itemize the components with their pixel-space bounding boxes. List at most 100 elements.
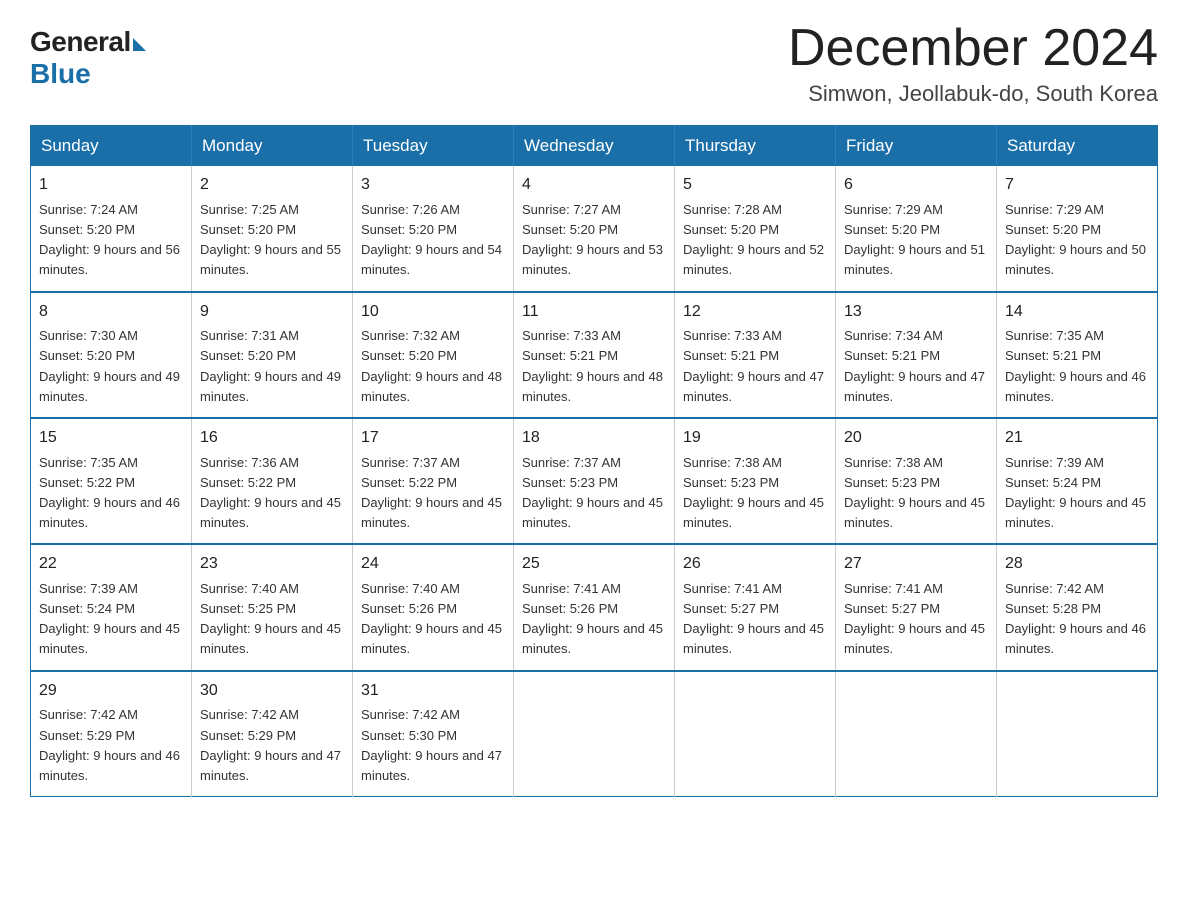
calendar-cell: 29Sunrise: 7:42 AMSunset: 5:29 PMDayligh… (31, 671, 192, 797)
calendar-cell: 4Sunrise: 7:27 AMSunset: 5:20 PMDaylight… (514, 166, 675, 291)
day-number: 24 (361, 552, 505, 577)
logo-arrow-icon (133, 38, 146, 51)
calendar-cell: 5Sunrise: 7:28 AMSunset: 5:20 PMDaylight… (675, 166, 836, 291)
day-number: 9 (200, 300, 344, 325)
page-title: December 2024 (788, 20, 1158, 77)
day-info: Sunrise: 7:42 AMSunset: 5:29 PMDaylight:… (200, 705, 344, 786)
calendar-cell: 3Sunrise: 7:26 AMSunset: 5:20 PMDaylight… (353, 166, 514, 291)
weekday-header-saturday: Saturday (997, 126, 1158, 167)
day-number: 10 (361, 300, 505, 325)
day-info: Sunrise: 7:24 AMSunset: 5:20 PMDaylight:… (39, 200, 183, 281)
day-number: 17 (361, 426, 505, 451)
day-info: Sunrise: 7:39 AMSunset: 5:24 PMDaylight:… (1005, 453, 1149, 534)
calendar-cell: 30Sunrise: 7:42 AMSunset: 5:29 PMDayligh… (192, 671, 353, 797)
day-number: 30 (200, 679, 344, 704)
weekday-header-friday: Friday (836, 126, 997, 167)
calendar-cell: 17Sunrise: 7:37 AMSunset: 5:22 PMDayligh… (353, 418, 514, 544)
weekday-header-thursday: Thursday (675, 126, 836, 167)
calendar-cell: 16Sunrise: 7:36 AMSunset: 5:22 PMDayligh… (192, 418, 353, 544)
day-number: 15 (39, 426, 183, 451)
weekday-header-sunday: Sunday (31, 126, 192, 167)
day-number: 16 (200, 426, 344, 451)
calendar-week-row: 15Sunrise: 7:35 AMSunset: 5:22 PMDayligh… (31, 418, 1158, 544)
weekday-header-wednesday: Wednesday (514, 126, 675, 167)
calendar-cell: 18Sunrise: 7:37 AMSunset: 5:23 PMDayligh… (514, 418, 675, 544)
calendar-cell: 14Sunrise: 7:35 AMSunset: 5:21 PMDayligh… (997, 292, 1158, 418)
calendar-cell: 25Sunrise: 7:41 AMSunset: 5:26 PMDayligh… (514, 544, 675, 670)
day-info: Sunrise: 7:42 AMSunset: 5:30 PMDaylight:… (361, 705, 505, 786)
day-number: 12 (683, 300, 827, 325)
day-number: 19 (683, 426, 827, 451)
page-subtitle: Simwon, Jeollabuk-do, South Korea (788, 81, 1158, 107)
day-number: 1 (39, 173, 183, 198)
logo-general-text: General (30, 26, 131, 58)
day-info: Sunrise: 7:35 AMSunset: 5:22 PMDaylight:… (39, 453, 183, 534)
day-number: 18 (522, 426, 666, 451)
day-info: Sunrise: 7:37 AMSunset: 5:23 PMDaylight:… (522, 453, 666, 534)
day-number: 5 (683, 173, 827, 198)
day-number: 2 (200, 173, 344, 198)
day-info: Sunrise: 7:32 AMSunset: 5:20 PMDaylight:… (361, 326, 505, 407)
logo: General Blue (30, 26, 146, 90)
day-number: 13 (844, 300, 988, 325)
day-number: 31 (361, 679, 505, 704)
calendar-cell: 20Sunrise: 7:38 AMSunset: 5:23 PMDayligh… (836, 418, 997, 544)
day-info: Sunrise: 7:27 AMSunset: 5:20 PMDaylight:… (522, 200, 666, 281)
calendar-cell: 9Sunrise: 7:31 AMSunset: 5:20 PMDaylight… (192, 292, 353, 418)
day-info: Sunrise: 7:33 AMSunset: 5:21 PMDaylight:… (522, 326, 666, 407)
calendar-cell: 19Sunrise: 7:38 AMSunset: 5:23 PMDayligh… (675, 418, 836, 544)
calendar-cell: 23Sunrise: 7:40 AMSunset: 5:25 PMDayligh… (192, 544, 353, 670)
day-info: Sunrise: 7:28 AMSunset: 5:20 PMDaylight:… (683, 200, 827, 281)
calendar-cell (675, 671, 836, 797)
day-info: Sunrise: 7:42 AMSunset: 5:29 PMDaylight:… (39, 705, 183, 786)
calendar-cell: 28Sunrise: 7:42 AMSunset: 5:28 PMDayligh… (997, 544, 1158, 670)
calendar-cell: 13Sunrise: 7:34 AMSunset: 5:21 PMDayligh… (836, 292, 997, 418)
calendar-cell: 24Sunrise: 7:40 AMSunset: 5:26 PMDayligh… (353, 544, 514, 670)
day-info: Sunrise: 7:42 AMSunset: 5:28 PMDaylight:… (1005, 579, 1149, 660)
day-info: Sunrise: 7:38 AMSunset: 5:23 PMDaylight:… (683, 453, 827, 534)
day-number: 11 (522, 300, 666, 325)
day-info: Sunrise: 7:38 AMSunset: 5:23 PMDaylight:… (844, 453, 988, 534)
day-number: 3 (361, 173, 505, 198)
day-info: Sunrise: 7:37 AMSunset: 5:22 PMDaylight:… (361, 453, 505, 534)
day-info: Sunrise: 7:33 AMSunset: 5:21 PMDaylight:… (683, 326, 827, 407)
day-info: Sunrise: 7:41 AMSunset: 5:27 PMDaylight:… (844, 579, 988, 660)
calendar-cell (514, 671, 675, 797)
logo-blue-text: Blue (30, 58, 91, 90)
day-number: 4 (522, 173, 666, 198)
day-number: 22 (39, 552, 183, 577)
day-number: 23 (200, 552, 344, 577)
day-info: Sunrise: 7:36 AMSunset: 5:22 PMDaylight:… (200, 453, 344, 534)
calendar-week-row: 8Sunrise: 7:30 AMSunset: 5:20 PMDaylight… (31, 292, 1158, 418)
day-info: Sunrise: 7:39 AMSunset: 5:24 PMDaylight:… (39, 579, 183, 660)
calendar-cell: 1Sunrise: 7:24 AMSunset: 5:20 PMDaylight… (31, 166, 192, 291)
calendar-cell: 21Sunrise: 7:39 AMSunset: 5:24 PMDayligh… (997, 418, 1158, 544)
day-number: 25 (522, 552, 666, 577)
calendar-cell: 12Sunrise: 7:33 AMSunset: 5:21 PMDayligh… (675, 292, 836, 418)
day-info: Sunrise: 7:41 AMSunset: 5:26 PMDaylight:… (522, 579, 666, 660)
calendar-week-row: 22Sunrise: 7:39 AMSunset: 5:24 PMDayligh… (31, 544, 1158, 670)
calendar-table: SundayMondayTuesdayWednesdayThursdayFrid… (30, 125, 1158, 797)
day-number: 28 (1005, 552, 1149, 577)
calendar-cell: 31Sunrise: 7:42 AMSunset: 5:30 PMDayligh… (353, 671, 514, 797)
calendar-cell: 7Sunrise: 7:29 AMSunset: 5:20 PMDaylight… (997, 166, 1158, 291)
day-info: Sunrise: 7:40 AMSunset: 5:25 PMDaylight:… (200, 579, 344, 660)
day-info: Sunrise: 7:41 AMSunset: 5:27 PMDaylight:… (683, 579, 827, 660)
day-number: 29 (39, 679, 183, 704)
calendar-cell: 11Sunrise: 7:33 AMSunset: 5:21 PMDayligh… (514, 292, 675, 418)
calendar-cell: 15Sunrise: 7:35 AMSunset: 5:22 PMDayligh… (31, 418, 192, 544)
day-number: 27 (844, 552, 988, 577)
calendar-cell: 6Sunrise: 7:29 AMSunset: 5:20 PMDaylight… (836, 166, 997, 291)
day-number: 26 (683, 552, 827, 577)
day-number: 21 (1005, 426, 1149, 451)
weekday-header-tuesday: Tuesday (353, 126, 514, 167)
calendar-cell: 27Sunrise: 7:41 AMSunset: 5:27 PMDayligh… (836, 544, 997, 670)
day-info: Sunrise: 7:29 AMSunset: 5:20 PMDaylight:… (844, 200, 988, 281)
weekday-header-row: SundayMondayTuesdayWednesdayThursdayFrid… (31, 126, 1158, 167)
day-info: Sunrise: 7:30 AMSunset: 5:20 PMDaylight:… (39, 326, 183, 407)
calendar-cell: 22Sunrise: 7:39 AMSunset: 5:24 PMDayligh… (31, 544, 192, 670)
weekday-header-monday: Monday (192, 126, 353, 167)
day-info: Sunrise: 7:31 AMSunset: 5:20 PMDaylight:… (200, 326, 344, 407)
day-info: Sunrise: 7:35 AMSunset: 5:21 PMDaylight:… (1005, 326, 1149, 407)
calendar-cell (836, 671, 997, 797)
